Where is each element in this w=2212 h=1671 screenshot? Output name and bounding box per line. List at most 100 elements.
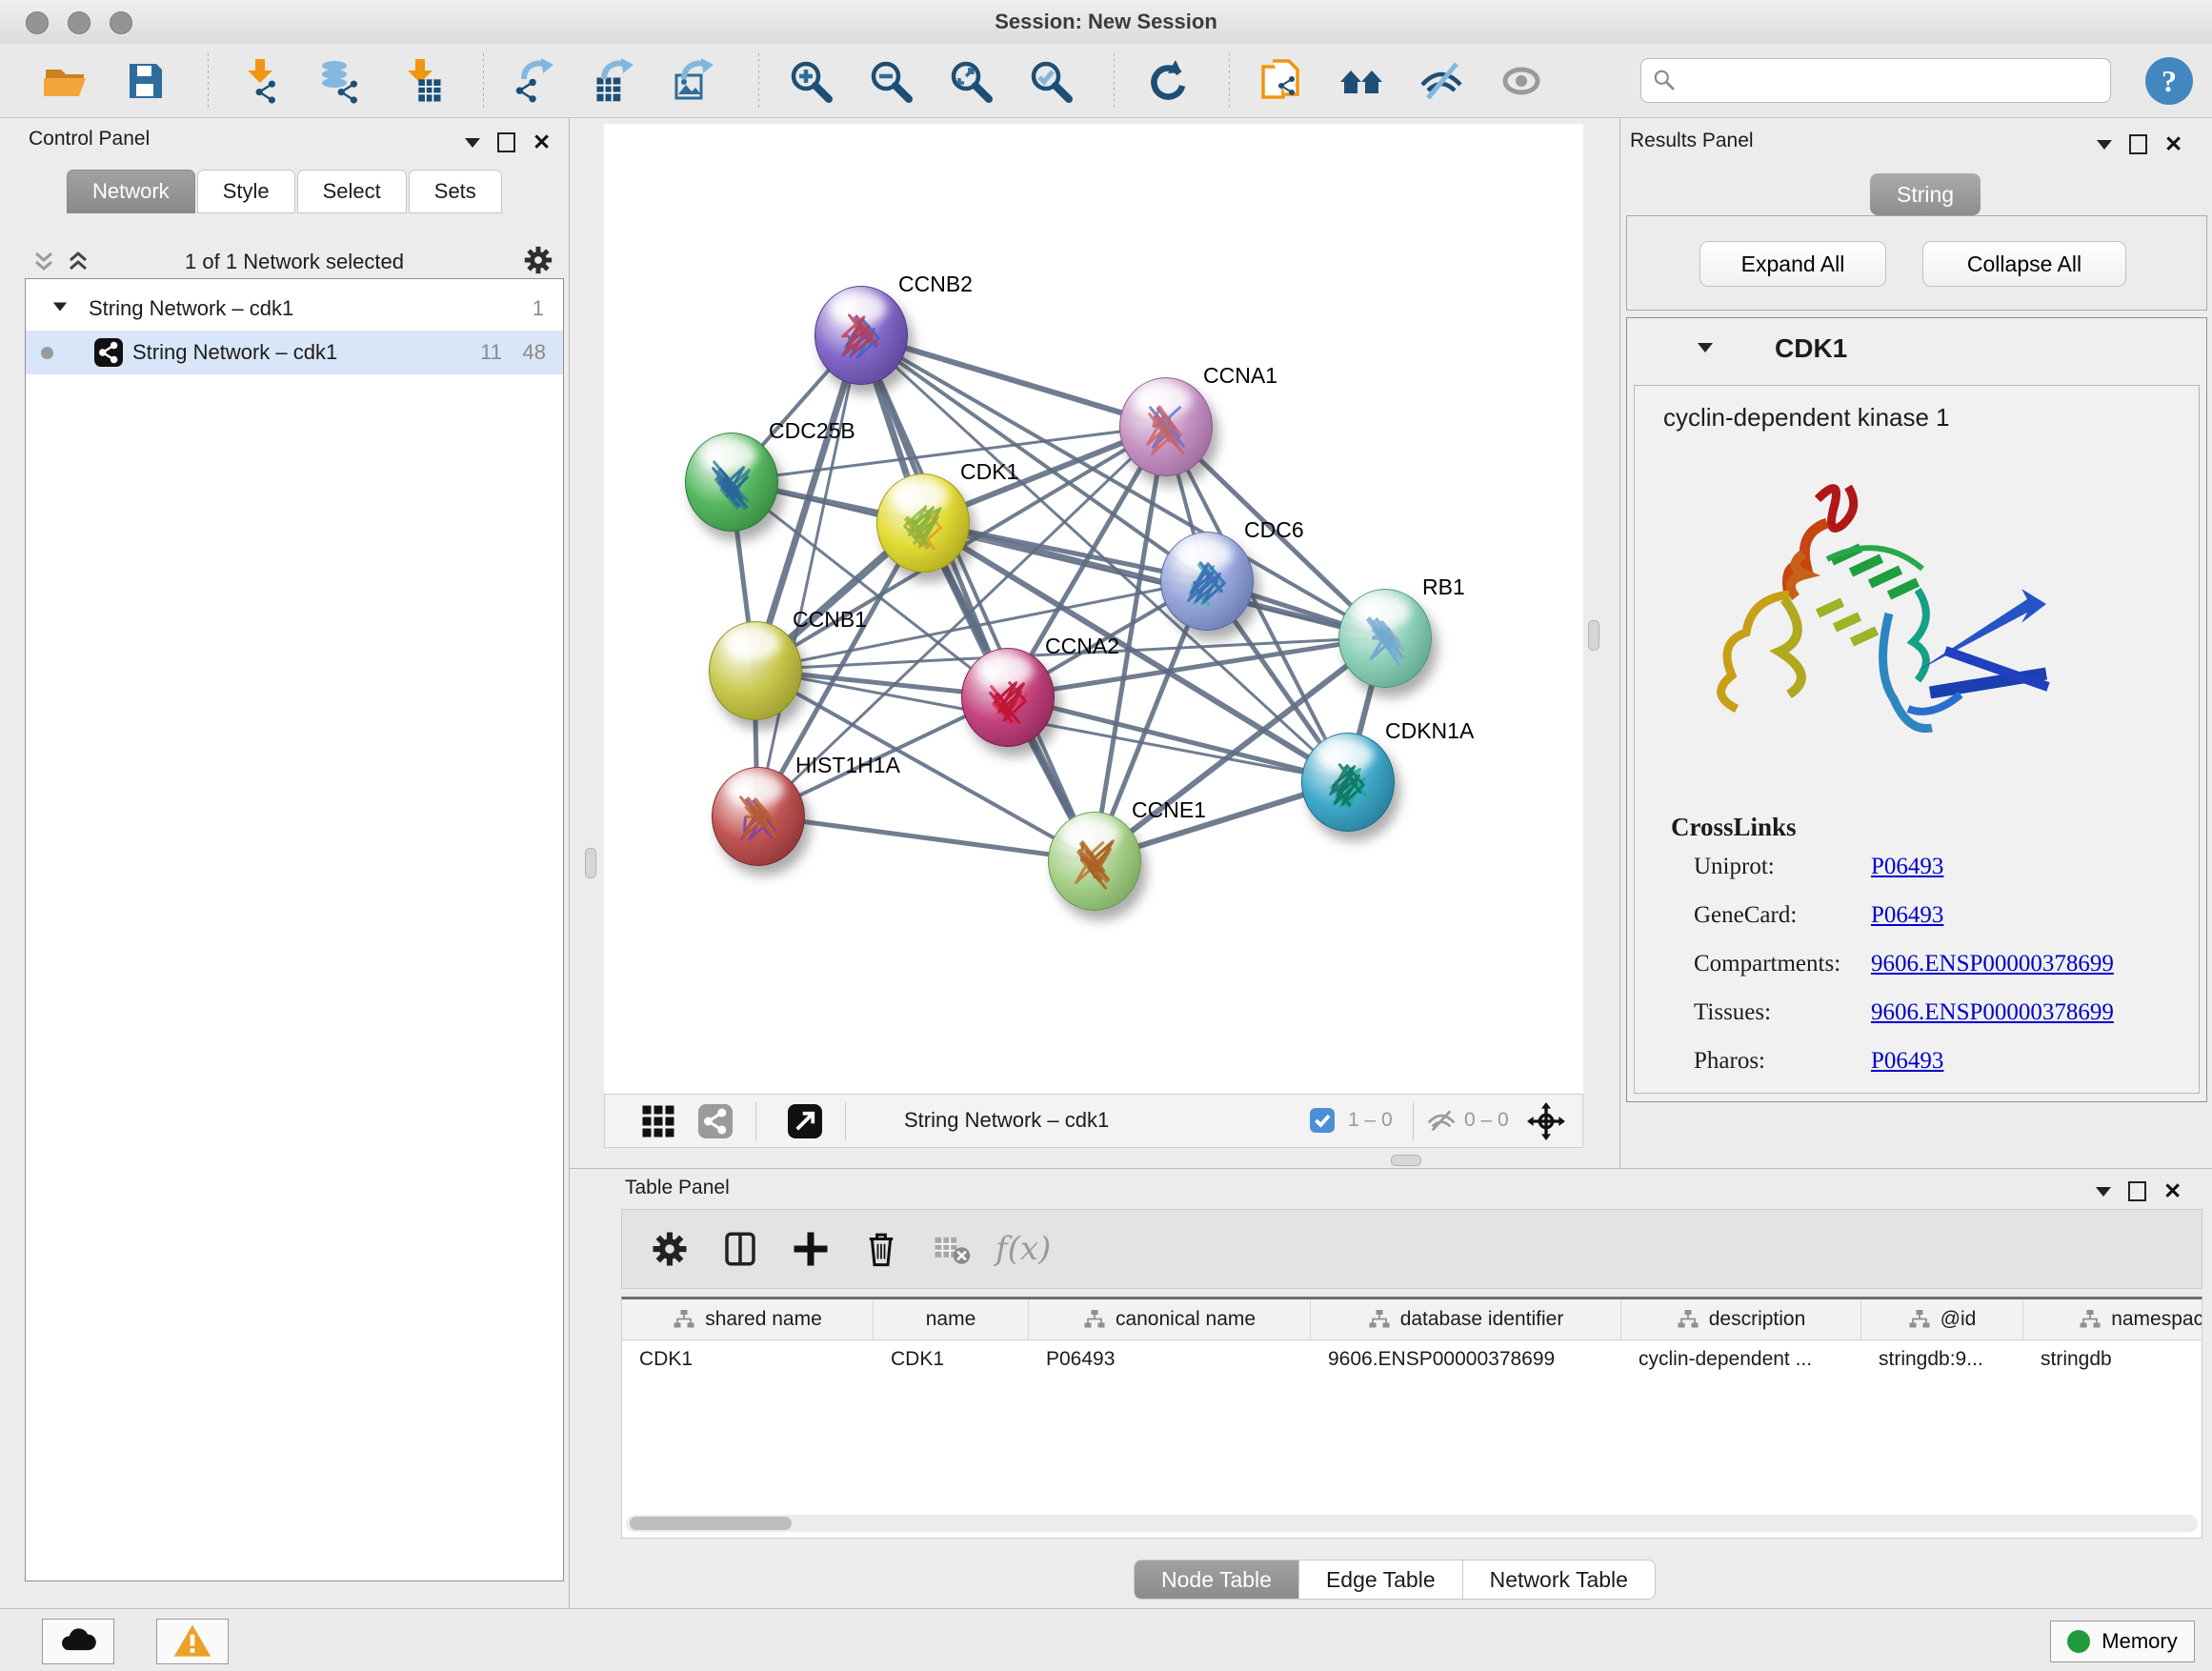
export-table-button[interactable] <box>589 54 642 108</box>
table-data-row[interactable]: CDK1CDK1P064939606.ENSP00000378699cyclin… <box>622 1340 2202 1379</box>
control-panel-close-icon[interactable]: ✕ <box>533 131 551 153</box>
network-collection-row[interactable]: String Network – cdk1 1 <box>26 287 563 331</box>
crosslink-link[interactable]: 9606.ENSP00000378699 <box>1871 951 2114 977</box>
table-header-row: shared namenamecanonical namedatabase id… <box>622 1299 2202 1340</box>
network-node-ccnb2[interactable] <box>814 286 908 385</box>
column-header-namespace[interactable]: namespace <box>2023 1299 2202 1339</box>
column-header-canonical-name[interactable]: canonical name <box>1029 1299 1311 1339</box>
tab-style[interactable]: Style <box>197 170 295 213</box>
zoom-in-button[interactable] <box>784 54 837 108</box>
tab-edge-table[interactable]: Edge Table <box>1299 1560 1463 1599</box>
export-network-button[interactable] <box>509 54 562 108</box>
network-edge[interactable] <box>922 522 1384 637</box>
results-panel-maximize-icon[interactable] <box>2129 134 2147 154</box>
cloud-status-button[interactable] <box>42 1619 114 1664</box>
tab-sets[interactable]: Sets <box>409 170 502 213</box>
table-cell[interactable]: 9606.ENSP00000378699 <box>1311 1340 1621 1379</box>
expand-all-button[interactable]: Expand All <box>1699 241 1886 287</box>
tab-select[interactable]: Select <box>297 170 407 213</box>
memory-button[interactable]: Memory <box>2050 1621 2195 1662</box>
zoom-selected-button[interactable] <box>1024 54 1077 108</box>
table-cell[interactable]: stringdb:9... <box>1861 1340 2023 1379</box>
table-cell[interactable]: P06493 <box>1029 1340 1311 1379</box>
crosslink-link[interactable]: 9606.ENSP00000378699 <box>1871 999 2114 1026</box>
network-row-selected[interactable]: String Network – cdk1 11 48 <box>26 331 563 374</box>
crosslink-link[interactable]: P06493 <box>1871 1048 1943 1075</box>
network-node-cdk1[interactable] <box>876 473 970 573</box>
crosslink-link[interactable]: P06493 <box>1871 902 1943 929</box>
zoom-fit-content-button[interactable] <box>944 54 997 108</box>
column-header-shared-name[interactable]: shared name <box>622 1299 874 1339</box>
network-node-hist1h1a[interactable] <box>712 767 805 866</box>
clone-network-button[interactable] <box>1255 54 1308 108</box>
network-edge[interactable] <box>757 815 1094 860</box>
table-horizontal-scrollbar[interactable] <box>626 1515 2198 1532</box>
results-panel-close-icon[interactable]: ✕ <box>2164 133 2182 155</box>
network-node-ccne1[interactable] <box>1048 812 1141 911</box>
table-cell[interactable]: CDK1 <box>622 1340 874 1379</box>
table-options-gear-button[interactable] <box>643 1222 696 1276</box>
apply-layout-button[interactable] <box>1139 54 1193 108</box>
warning-status-button[interactable] <box>156 1619 229 1664</box>
first-neighbors-button[interactable] <box>1335 54 1388 108</box>
table-cell[interactable]: stringdb <box>2023 1340 2202 1379</box>
entry-collapse-icon[interactable] <box>1698 343 1713 352</box>
show-all-button[interactable] <box>1495 54 1548 108</box>
table-panel-close-icon[interactable]: ✕ <box>2163 1180 2182 1202</box>
tab-network[interactable]: Network <box>67 170 195 213</box>
table-cell[interactable]: CDK1 <box>874 1340 1029 1379</box>
hide-selected-button[interactable] <box>1415 54 1468 108</box>
string-style-icon[interactable] <box>698 1104 733 1138</box>
right-splitter-handle[interactable] <box>1588 620 1599 651</box>
results-panel-float-icon[interactable] <box>2097 140 2112 150</box>
network-edge[interactable] <box>860 334 1094 860</box>
collection-expand-icon[interactable] <box>53 303 67 312</box>
network-node-ccna1[interactable] <box>1119 377 1213 476</box>
column-header-description[interactable]: description <box>1621 1299 1861 1339</box>
fit-selected-crosshair-icon[interactable] <box>1527 1102 1565 1140</box>
column-header-name[interactable]: name <box>874 1299 1029 1339</box>
clear-table-button[interactable] <box>925 1222 978 1276</box>
table-panel-float-icon[interactable] <box>2096 1187 2111 1197</box>
crosslink-link[interactable]: P06493 <box>1871 854 1943 880</box>
bottom-splitter-handle[interactable] <box>1391 1155 1421 1166</box>
control-panel-maximize-icon[interactable] <box>497 132 515 152</box>
tab-network-table[interactable]: Network Table <box>1463 1560 1655 1599</box>
save-session-button[interactable] <box>118 54 171 108</box>
network-node-cdc25b[interactable] <box>685 433 778 532</box>
open-session-button[interactable] <box>38 54 91 108</box>
import-network-from-database-button[interactable] <box>313 54 367 108</box>
help-button[interactable]: ? <box>2145 57 2193 105</box>
import-network-from-file-button[interactable] <box>233 54 287 108</box>
function-builder-button[interactable]: f(x) <box>995 1230 1051 1268</box>
import-table-from-file-button[interactable] <box>393 54 447 108</box>
results-tab-string[interactable]: String <box>1870 173 1981 215</box>
show-columns-button[interactable] <box>714 1222 767 1276</box>
collapse-all-button[interactable]: Collapse All <box>1922 241 2126 287</box>
zoom-out-button[interactable] <box>864 54 917 108</box>
tab-node-table[interactable]: Node Table <box>1135 1560 1299 1599</box>
scrollbar-thumb[interactable] <box>630 1517 792 1530</box>
network-node-cdkn1a[interactable] <box>1301 733 1395 832</box>
network-node-cdc6[interactable] <box>1160 532 1254 631</box>
network-node-ccna2[interactable] <box>961 648 1055 747</box>
search-input[interactable] <box>1640 58 2111 103</box>
network-node-ccnb1[interactable] <box>709 621 802 720</box>
open-in-browser-icon[interactable] <box>788 1104 822 1138</box>
network-canvas[interactable]: CCNB2CCNA1CDC25BCDK1CDC6RB1CCNB1CCNA2CDK… <box>604 124 1583 1094</box>
birds-eye-view-icon[interactable] <box>641 1104 675 1138</box>
table-panel-maximize-icon[interactable] <box>2128 1181 2146 1201</box>
cdk1-entry-header[interactable]: CDK1 <box>1627 318 2206 381</box>
column-header--id[interactable]: @id <box>1861 1299 2023 1339</box>
column-header-database-identifier[interactable]: database identifier <box>1311 1299 1621 1339</box>
selected-checkbox-icon[interactable] <box>1310 1108 1335 1133</box>
export-image-button[interactable] <box>669 54 722 108</box>
network-edge[interactable] <box>757 334 860 815</box>
control-panel-float-icon[interactable] <box>465 138 480 148</box>
network-options-gear-icon[interactable] <box>522 244 554 276</box>
create-column-button[interactable] <box>784 1222 837 1276</box>
table-cell[interactable]: cyclin-dependent ... <box>1621 1340 1861 1379</box>
delete-column-button[interactable] <box>855 1222 908 1276</box>
left-splitter-handle[interactable] <box>585 848 596 878</box>
network-node-rb1[interactable] <box>1338 589 1432 688</box>
